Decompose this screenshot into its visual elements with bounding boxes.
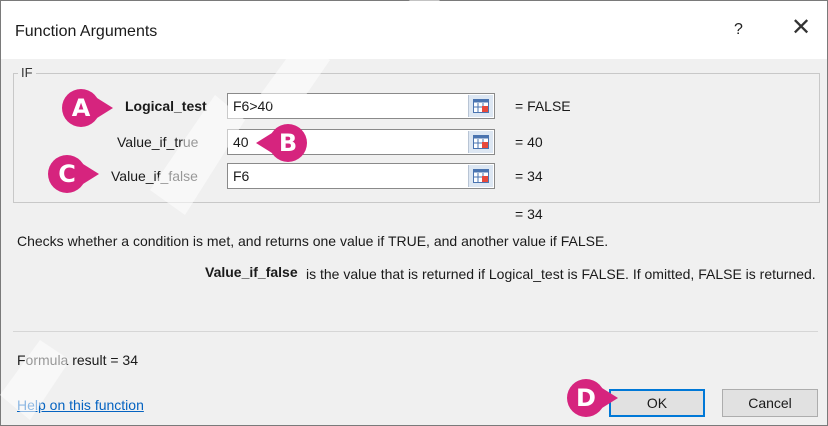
dialog-title: Function Arguments [15, 23, 158, 40]
help-button[interactable]: ? [734, 21, 743, 39]
value-if-false-value[interactable]: F6 [233, 168, 249, 184]
value-if-true-value[interactable]: 40 [233, 134, 249, 150]
function-arguments-dialog: Function Arguments ? ✕ IF Logical_test F… [0, 0, 828, 426]
value-if-true-result: = 40 [515, 134, 543, 150]
title-bar: Function Arguments ? ✕ [1, 1, 827, 59]
argument-help-text: is the value that is returned if Logical… [306, 266, 816, 282]
callout-d-badge: D [567, 379, 605, 417]
collapse-dialog-icon[interactable] [468, 131, 493, 153]
callout-c-badge: C [48, 155, 86, 193]
callout-b: B [256, 124, 307, 162]
callout-a-pointer [97, 98, 113, 118]
argument-help-name: Value_if_false [205, 264, 298, 280]
value-if-true-label: Value_if_true [117, 134, 199, 150]
collapse-dialog-icon[interactable] [468, 165, 493, 187]
logical-test-label: Logical_test [125, 98, 207, 114]
divider [13, 331, 818, 332]
function-name-label: IF [18, 65, 36, 80]
value-if-false-label: Value_if_false [111, 168, 198, 184]
callout-a: A [62, 89, 113, 127]
help-on-function-link[interactable]: Help on this function [17, 397, 144, 413]
cancel-button[interactable]: Cancel [722, 389, 818, 417]
callout-d-pointer [602, 388, 618, 408]
value-if-false-result: = 34 [515, 168, 543, 184]
logical-test-input[interactable]: F6>40 [227, 93, 495, 119]
close-icon[interactable]: ✕ [788, 15, 814, 41]
callout-d: D [567, 379, 618, 417]
callout-c-pointer [83, 164, 99, 184]
function-description: Checks whether a condition is met, and r… [17, 233, 609, 249]
callout-b-badge: B [269, 124, 307, 162]
collapse-dialog-icon[interactable] [468, 95, 493, 117]
logical-test-value[interactable]: F6>40 [233, 98, 273, 114]
formula-result: Formula result = 34 [17, 352, 138, 368]
ok-button[interactable]: OK [609, 389, 705, 417]
logical-test-result: = FALSE [515, 98, 571, 114]
callout-a-badge: A [62, 89, 100, 127]
value-if-false-input[interactable]: F6 [227, 163, 495, 189]
callout-c: C [48, 155, 99, 193]
function-result: = 34 [515, 206, 543, 222]
